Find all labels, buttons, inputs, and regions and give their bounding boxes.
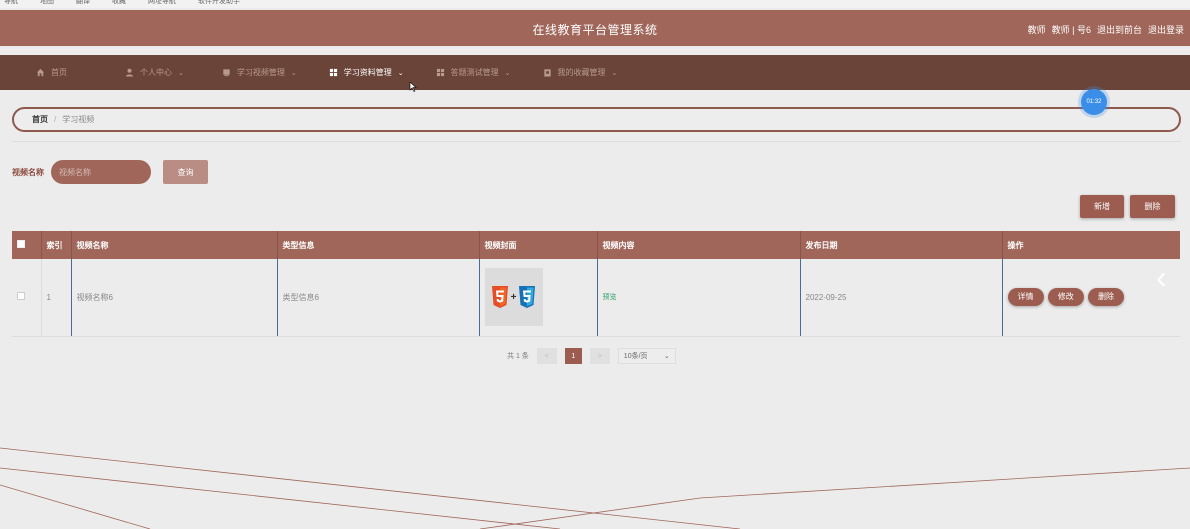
nav-item-personal-center[interactable]: 个人中心 ⌄ [125,67,184,78]
app-title: 在线教育平台管理系统 [532,23,658,37]
html5-logo-icon [491,286,508,309]
nav-item-label: 学习资料管理 [343,68,392,77]
nav-item-label: 个人中心 [140,68,172,77]
video-icon [223,69,230,77]
video-table: 索引 视频名称 类型信息 视频封面 视频内容 发布日期 操作 1 视频名称6 类… [12,231,1180,337]
nav-item-label: 我的收藏管理 [557,68,606,77]
background-decoration-lines [0,447,1190,529]
user-role: 教师 [1027,25,1046,35]
breadcrumb-home[interactable]: 首页 [32,114,48,125]
app-header: 在线教育平台管理系统 教师 教师 | 号6 退出到前台 退出登录 [0,10,1190,46]
cell-operations: 详情 修改 删除 [1002,259,1180,337]
back-to-frontend-link[interactable]: 退出到前台 [1097,23,1142,36]
row-select-cell[interactable] [12,259,42,337]
edit-button[interactable]: 修改 [1047,288,1084,307]
nav-item-label: 首页 [51,68,67,77]
user-name: 教师 | 号6 [1051,25,1091,35]
column-header: 操作 [1002,231,1180,259]
nav-item-video-management[interactable]: 学习视频管理 ⌄ [222,67,297,78]
nav-item-label: 学习视频管理 [236,68,285,77]
search-label: 视频名称 [12,168,44,177]
bookmark-item[interactable]: 导航 [4,0,18,8]
delete-button[interactable]: 删除 [1130,195,1175,218]
cell-video-cover: + [479,259,598,337]
grid-icon [436,68,444,77]
cell-video-name: 视频名称6 [71,259,278,337]
home-icon [36,68,45,77]
select-all-header[interactable] [12,231,42,259]
breadcrumb-current: 学习视频 [62,115,95,124]
timer-badge[interactable]: 01:32 [1081,89,1107,115]
cell-publish-date: 2022-09-25 [800,259,1003,337]
divider [12,141,1181,142]
mouse-cursor-icon [409,82,417,92]
page-size-value: 10条/页 [623,353,648,360]
chevron-down-icon: ⌄ [290,69,297,77]
search-button[interactable]: 查询 [163,160,208,184]
column-header: 索引 [41,231,72,259]
bookmark-item[interactable]: 翻译 [76,0,90,8]
detail-button[interactable]: 详情 [1007,288,1044,307]
bookmarks-bar: 导航 地图 翻译 收藏 网址导航 软件开发助手 [0,0,1190,8]
css3-logo-icon [519,286,536,309]
user-info: 教师 教师 | 号6 退出到前台 退出登录 [1028,23,1184,36]
column-header: 发布日期 [800,231,1003,259]
nav-item-quiz-management[interactable]: 答题测试管理 ⌄ [436,67,511,78]
row-checkbox[interactable] [17,292,25,301]
bookmark-item[interactable]: 网址导航 [148,0,176,8]
breadcrumb: 首页 / 学习视频 [12,107,1181,132]
page-number-current[interactable]: 1 [564,348,582,364]
column-header: 视频名称 [71,231,278,259]
page-size-select[interactable]: 10条/页 ⌄ [617,348,676,364]
table-header-row: 索引 视频名称 类型信息 视频封面 视频内容 发布日期 操作 [12,231,1180,259]
video-preview-link[interactable]: 预览 [603,294,617,301]
main-nav: 首页 个人中心 ⌄ 学习视频管理 ⌄ 学习资料管理 ⌄ 答题测试管理 ⌄ 我的收… [0,55,1190,90]
column-header: 视频内容 [597,231,801,259]
nav-item-favorites-management[interactable]: 我的收藏管理 ⌄ [543,67,618,78]
bookmark-item[interactable]: 软件开发助手 [198,0,240,8]
column-header: 类型信息 [277,231,480,259]
cell-index: 1 [41,259,72,337]
chevron-down-icon: ⌄ [663,353,670,360]
pagination: 共 1 条 < 1 > 10条/页 ⌄ [507,348,676,364]
add-button[interactable]: 新增 [1080,195,1124,218]
column-header: 视频封面 [479,231,598,259]
nav-item-material-management[interactable]: 学习资料管理 ⌄ [329,67,404,78]
bookmark-item[interactable]: 地图 [40,0,54,8]
prev-page-button[interactable]: < [536,348,557,364]
next-page-button[interactable]: > [589,348,610,364]
cell-type-info: 类型信息6 [277,259,480,337]
clipboard-icon [543,69,551,77]
chevron-down-icon: ⌄ [178,69,184,77]
select-all-checkbox[interactable] [17,240,25,248]
video-name-search-input[interactable] [51,160,151,184]
chevron-left-icon[interactable]: ‹ [1156,261,1178,296]
chevron-down-icon: ⌄ [504,69,511,77]
chevron-down-icon: ⌄ [611,69,618,77]
user-icon [125,68,134,77]
row-delete-button[interactable]: 删除 [1087,288,1124,307]
plus-icon: + [510,291,517,303]
logout-link[interactable]: 退出登录 [1148,23,1184,36]
chevron-down-icon: ⌄ [397,69,404,77]
breadcrumb-separator: / [54,115,57,124]
cell-video-content: 预览 [597,259,801,337]
bookmark-item[interactable]: 收藏 [112,0,126,8]
nav-item-home[interactable]: 首页 [36,67,67,78]
table-row: 1 视频名称6 类型信息6 + 预览 2022-09-25 详情 修改 删除 [12,259,1180,337]
pagination-total: 共 1 条 [507,353,529,360]
nav-item-label: 答题测试管理 [450,68,499,77]
video-cover-image: + [484,268,543,327]
grid-icon [329,68,337,77]
